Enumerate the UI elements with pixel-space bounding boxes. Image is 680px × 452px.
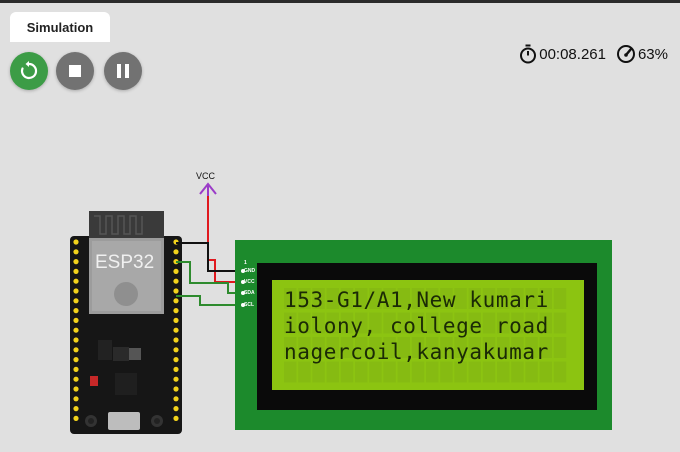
header-pin xyxy=(173,298,179,304)
lcd-line-1: 153-G1/A1,New kumari xyxy=(284,288,549,312)
lcd-cell xyxy=(539,361,552,383)
lcd-cell xyxy=(553,337,567,358)
lcd-cell xyxy=(411,361,425,383)
esp32-board[interactable] xyxy=(70,211,182,434)
lcd-cell xyxy=(312,361,325,383)
header-pin xyxy=(173,337,179,343)
header-pin xyxy=(73,396,79,402)
header-pin xyxy=(73,298,79,304)
header-pin xyxy=(173,317,179,323)
header-pin xyxy=(173,366,179,372)
lcd-cell xyxy=(511,361,524,383)
header-pin xyxy=(173,278,179,284)
header-pin xyxy=(73,406,79,412)
header-pin xyxy=(173,308,179,314)
wire-scl[interactable] xyxy=(176,295,243,306)
lcd-cell xyxy=(340,361,354,383)
vcc-label: VCC xyxy=(196,171,216,181)
lcd-cell xyxy=(482,361,496,383)
lcd-cell xyxy=(525,361,538,383)
circuit-canvas xyxy=(70,182,612,434)
lcd-pin-sda-label: SDA xyxy=(244,290,255,296)
header-pin xyxy=(173,396,179,402)
lcd-cell xyxy=(497,361,510,383)
header-pin xyxy=(173,357,179,363)
header-pin xyxy=(73,376,79,382)
lcd-cell xyxy=(397,361,410,383)
header-pin xyxy=(73,239,79,245)
lcd-pin-gnd-label: GND xyxy=(244,268,256,274)
header-pin xyxy=(73,249,79,255)
lcd-pin-vcc-label: VCC xyxy=(244,279,255,285)
esp32-chip-label: ESP32 xyxy=(95,252,155,273)
header-pin xyxy=(73,278,79,284)
header-pin xyxy=(73,337,79,343)
lcd-pin-1-label: 1 xyxy=(244,260,247,266)
lcd-line-2: iolony, college road xyxy=(284,314,549,338)
header-pin xyxy=(73,357,79,363)
header-pin xyxy=(173,347,179,353)
lcd-cell xyxy=(355,361,368,383)
header-pin xyxy=(73,317,79,323)
header-pin xyxy=(73,327,79,333)
header-pin xyxy=(173,288,179,294)
lcd-cell xyxy=(298,361,311,383)
lcd-cell xyxy=(553,361,567,383)
lcd-cell xyxy=(426,361,439,383)
lcd-cell xyxy=(454,361,467,383)
lcd-cell xyxy=(468,361,481,383)
header-pin xyxy=(173,406,179,412)
header-pin xyxy=(73,347,79,353)
wire-sda[interactable] xyxy=(176,261,243,294)
lcd-cell xyxy=(369,361,382,383)
lcd-cell xyxy=(326,361,339,383)
lcd-cell xyxy=(440,361,453,383)
lcd-cell xyxy=(383,361,396,383)
header-pin xyxy=(173,268,179,274)
header-pin xyxy=(73,288,79,294)
header-pin xyxy=(73,308,79,314)
header-pin xyxy=(173,327,179,333)
lcd-cell xyxy=(553,312,567,334)
lcd-line-3: nagercoil,kanyakumar xyxy=(284,340,549,364)
header-pin xyxy=(73,415,79,421)
vcc-power-symbol xyxy=(199,182,217,196)
header-pin xyxy=(73,386,79,392)
header-pin xyxy=(173,415,179,421)
wire-gnd[interactable] xyxy=(176,242,243,272)
lcd-pin-scl-label: SCL xyxy=(244,302,254,308)
header-pin xyxy=(73,268,79,274)
header-pin xyxy=(173,376,179,382)
lcd-cell xyxy=(284,361,297,383)
header-pin xyxy=(73,366,79,372)
header-pin xyxy=(73,259,79,265)
header-pin xyxy=(173,249,179,255)
header-pin xyxy=(173,386,179,392)
lcd-cell xyxy=(553,288,567,309)
